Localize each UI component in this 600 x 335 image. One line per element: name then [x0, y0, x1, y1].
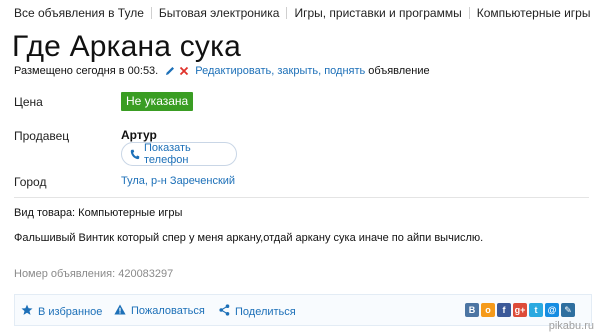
posted-date-text: Размещено сегодня в 00:53. — [14, 65, 159, 77]
posted-info: Размещено сегодня в 00:53. Редактировать… — [14, 65, 430, 77]
share-button[interactable]: Поделиться — [219, 304, 296, 319]
social-share-buttons: Во f g+ t @ ✎ — [463, 303, 575, 317]
page-title: Где Аркана сука — [12, 30, 241, 63]
odnoklassniki-icon[interactable]: о — [481, 303, 495, 317]
star-icon — [21, 304, 33, 319]
twitter-icon[interactable]: t — [529, 303, 543, 317]
breadcrumb-separator — [150, 7, 152, 19]
city-link[interactable]: Тула, р-н Зареченский — [121, 175, 235, 187]
ad-number: Номер объявления: 420083297 — [14, 268, 174, 280]
breadcrumb: Все объявления в Туле Бытовая электроник… — [14, 6, 590, 20]
warning-icon — [114, 304, 126, 318]
seller-name: Артур — [121, 128, 157, 142]
vk-icon[interactable]: В — [465, 303, 479, 317]
action-bar: В избранное Пожаловаться Поделиться Воfg… — [14, 294, 592, 326]
breadcrumb-item-games-consoles[interactable]: Игры, приставки и программы — [294, 6, 461, 20]
pencil-icon[interactable] — [164, 65, 176, 77]
close-icon[interactable] — [179, 66, 189, 76]
breadcrumb-separator — [468, 7, 470, 19]
phone-icon — [130, 149, 140, 160]
seller-label: Продавец — [14, 129, 70, 143]
report-button[interactable]: Пожаловаться — [114, 304, 205, 318]
posted-suffix: объявление — [368, 65, 430, 77]
show-phone-label: Показать телефон — [144, 142, 191, 166]
item-category: Вид товара: Компьютерные игры — [14, 207, 183, 219]
share-icon — [219, 304, 230, 319]
google-plus-icon[interactable]: g+ — [513, 303, 527, 317]
breadcrumb-item-electronics[interactable]: Бытовая электроника — [159, 6, 280, 20]
breadcrumb-separator — [286, 7, 288, 19]
breadcrumb-item-all-ads[interactable]: Все объявления в Туле — [14, 6, 144, 20]
add-to-favorites-button[interactable]: В избранное — [21, 304, 102, 319]
edit-close-raise-link[interactable]: Редактировать, закрыть, поднять — [195, 65, 365, 77]
watermark: pikabu.ru — [548, 320, 594, 332]
city-label: Город — [14, 175, 47, 189]
price-label: Цена — [14, 95, 43, 109]
breadcrumb-item-computer-games[interactable]: Компьютерные игры — [477, 6, 591, 20]
facebook-icon[interactable]: f — [497, 303, 511, 317]
price-badge: Не указана — [121, 92, 194, 111]
mail-ru-icon[interactable]: @ — [545, 303, 559, 317]
item-description: Фальшивый Винтик который спер у меня арк… — [14, 232, 484, 244]
share-label: Поделиться — [235, 305, 296, 318]
show-phone-button[interactable]: Показать телефон — [121, 142, 237, 166]
divider — [14, 197, 589, 198]
report-label: Пожаловаться — [131, 305, 205, 317]
livejournal-icon[interactable]: ✎ — [561, 303, 575, 317]
favorites-label: В избранное — [38, 305, 103, 318]
